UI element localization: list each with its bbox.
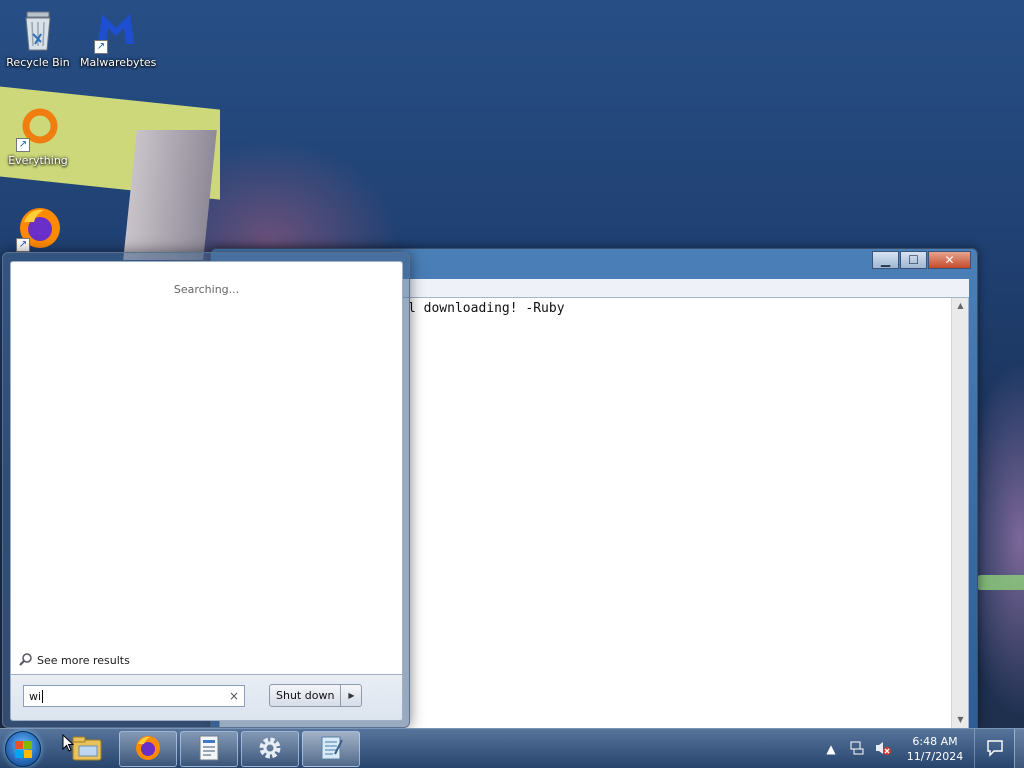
scroll-down-arrow-icon[interactable]: ▼: [952, 712, 969, 728]
minimize-button[interactable]: ▁: [872, 251, 899, 269]
start-button[interactable]: [5, 731, 41, 767]
taskbar-settings-button[interactable]: [241, 731, 299, 767]
desktop-icon-firefox[interactable]: ↗: [2, 204, 74, 254]
mouse-cursor-icon: [62, 733, 75, 752]
clear-search-button[interactable]: ×: [229, 689, 239, 703]
desktop-icon-recycle-bin[interactable]: Recycle Bin: [2, 6, 74, 69]
clock-date: 11/7/2024: [906, 750, 964, 763]
start-menu-bottom-bar: wi × Shut down ▶: [10, 675, 403, 721]
desktop-icon-label: Recycle Bin: [6, 56, 70, 69]
notepad-icon: [317, 734, 345, 765]
scroll-up-arrow-icon[interactable]: ▲: [952, 298, 969, 314]
search-input-value: wi: [29, 689, 42, 703]
document-text: l downloading! -Ruby: [408, 301, 565, 316]
text-caret: [42, 689, 44, 703]
desktop-icon-label: Malwarebytes: [80, 56, 157, 69]
shutdown-button[interactable]: Shut down: [270, 685, 342, 706]
taskbar-document-button[interactable]: [180, 731, 238, 767]
start-menu: Searching... See more results wi × Shut …: [2, 252, 410, 728]
action-center-button[interactable]: [974, 729, 1014, 768]
folder-icon: [71, 734, 103, 765]
document-icon: [196, 734, 222, 765]
shortcut-arrow-icon: ↗: [16, 238, 30, 252]
desktop-icon-everything[interactable]: ↗ Everything: [2, 104, 74, 167]
taskbar-notepad-button[interactable]: [302, 731, 360, 767]
start-search-input[interactable]: wi ×: [23, 685, 245, 707]
desktop-icon-label: Everything: [8, 154, 68, 167]
firefox-icon: ↗: [14, 204, 62, 252]
system-tray: ▲ 6:48 AM 11/7/2024: [818, 729, 1024, 768]
shortcut-arrow-icon: ↗: [16, 138, 30, 152]
search-status: Searching...: [173, 283, 240, 296]
volume-muted-icon[interactable]: [874, 740, 892, 759]
window-controls: ▁ ☐ ✕: [872, 251, 971, 269]
show-desktop-button[interactable]: [1014, 729, 1024, 768]
notification-icon: [986, 739, 1004, 760]
malwarebytes-icon: ↗: [92, 6, 140, 54]
show-hidden-icons-button[interactable]: ▲: [822, 742, 840, 756]
firefox-icon: [134, 734, 162, 765]
shutdown-button-group: Shut down ▶: [269, 684, 363, 707]
clock-time: 6:48 AM: [912, 735, 958, 748]
recycle-bin-icon: [14, 6, 62, 54]
wallpaper-shape: [975, 575, 1024, 590]
see-more-results-label: See more results: [37, 654, 130, 667]
windows-logo-icon: [15, 741, 33, 759]
shortcut-arrow-icon: ↗: [94, 40, 108, 54]
network-icon[interactable]: [848, 740, 866, 759]
vertical-scrollbar[interactable]: ▲ ▼: [951, 298, 968, 728]
shutdown-options-arrow-icon[interactable]: ▶: [341, 685, 361, 706]
desktop-icon-malwarebytes[interactable]: ↗ Malwarebytes: [80, 6, 157, 69]
close-button[interactable]: ✕: [928, 251, 971, 269]
taskbar-firefox-button[interactable]: [119, 731, 177, 767]
maximize-button[interactable]: ☐: [900, 251, 927, 269]
gear-icon: [256, 734, 284, 765]
taskbar: ▲ 6:48 AM 11/7/2024: [0, 728, 1024, 768]
magnifier-icon: [19, 652, 33, 669]
wallpaper-shape: [123, 130, 217, 260]
everything-icon: ↗: [14, 104, 62, 152]
search-results-panel: Searching... See more results: [10, 261, 403, 675]
see-more-results-link[interactable]: See more results: [19, 652, 130, 669]
clock[interactable]: 6:48 AM 11/7/2024: [900, 734, 970, 764]
